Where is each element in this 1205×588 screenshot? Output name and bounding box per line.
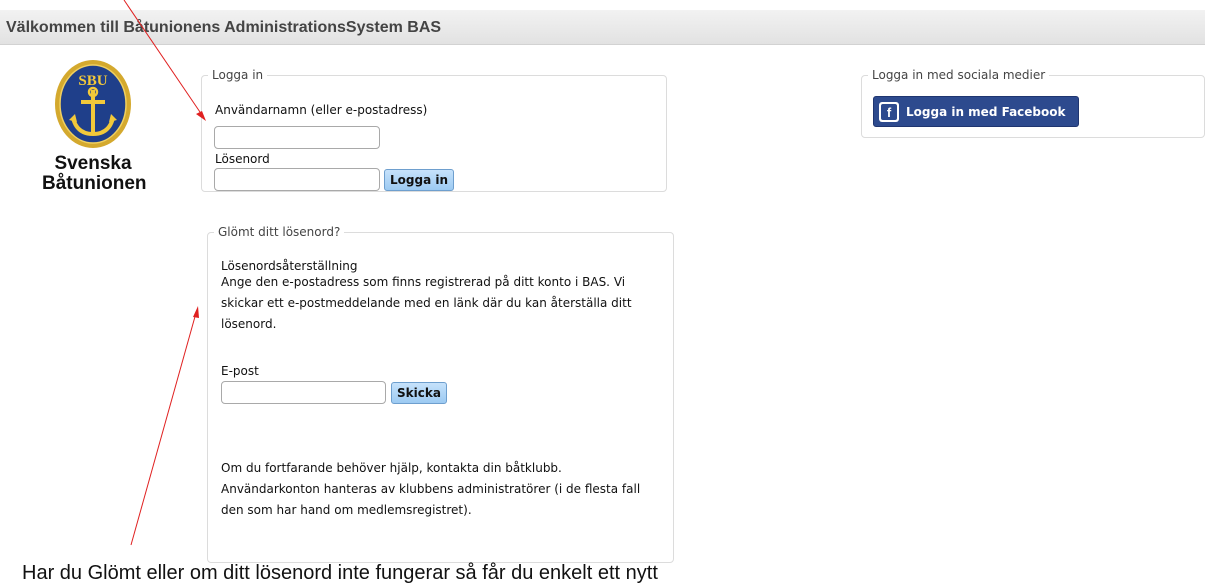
- logo-text: Svenska Båtunionen: [42, 153, 147, 194]
- login-panel: Logga in Användarnamn (eller e-postadres…: [201, 68, 667, 192]
- arrow-head-forgot-panel: [193, 306, 199, 318]
- reset-description: Ange den e-postadress som finns registre…: [221, 272, 671, 335]
- login-button[interactable]: Logga in: [384, 169, 455, 191]
- help-text-line: Om du fortfarande behöver hjälp, kontakt…: [221, 461, 562, 475]
- forgot-password-panel: Glömt ditt lösenord? Lösenordsåterställn…: [207, 225, 674, 563]
- facebook-login-button[interactable]: f Logga in med Facebook: [873, 96, 1079, 127]
- facebook-login-label: Logga in med Facebook: [906, 105, 1066, 119]
- password-label: Lösenord: [215, 152, 270, 166]
- logo-line-1: Svenska: [54, 153, 132, 174]
- reset-heading: Lösenordsåterställning: [221, 259, 358, 273]
- social-legend: Logga in med sociala medier: [872, 68, 1046, 82]
- help-text-line: den som har hand om medlemsregistret).: [221, 503, 472, 517]
- reset-description-line: skickar ett e-postmeddelande med en länk…: [221, 296, 632, 310]
- logo: SBU Svenska Båtunionen: [42, 58, 182, 208]
- username-label: Användarnamn (eller e-postadress): [215, 103, 428, 117]
- forgot-legend: Glömt ditt lösenord?: [218, 225, 341, 239]
- password-input[interactable]: [214, 168, 380, 191]
- help-text: Om du fortfarande behöver hjälp, kontakt…: [221, 458, 671, 521]
- logo-line-2: Båtunionen: [42, 173, 147, 194]
- reset-description-line: lösenord.: [221, 317, 277, 331]
- facebook-icon: f: [879, 102, 899, 122]
- username-input[interactable]: [214, 126, 380, 149]
- send-button[interactable]: Skicka: [391, 382, 447, 404]
- login-legend: Logga in: [212, 68, 264, 82]
- header-bar: Välkommen till Båtunionens Administratio…: [0, 10, 1205, 45]
- help-text-line: Användarkonton hanteras av klubbens admi…: [221, 482, 641, 496]
- reset-description-line: Ange den e-postadress som finns registre…: [221, 275, 626, 289]
- page-title: Välkommen till Båtunionens Administratio…: [6, 19, 442, 36]
- email-input[interactable]: [221, 381, 386, 404]
- anchor-icon: SBU: [55, 60, 131, 148]
- email-label: E-post: [221, 364, 259, 378]
- annotation-text: Har du Glömt eller om ditt lösenord inte…: [22, 562, 658, 584]
- arrow-to-forgot-panel: [130, 312, 197, 546]
- emblem-text: SBU: [78, 73, 107, 89]
